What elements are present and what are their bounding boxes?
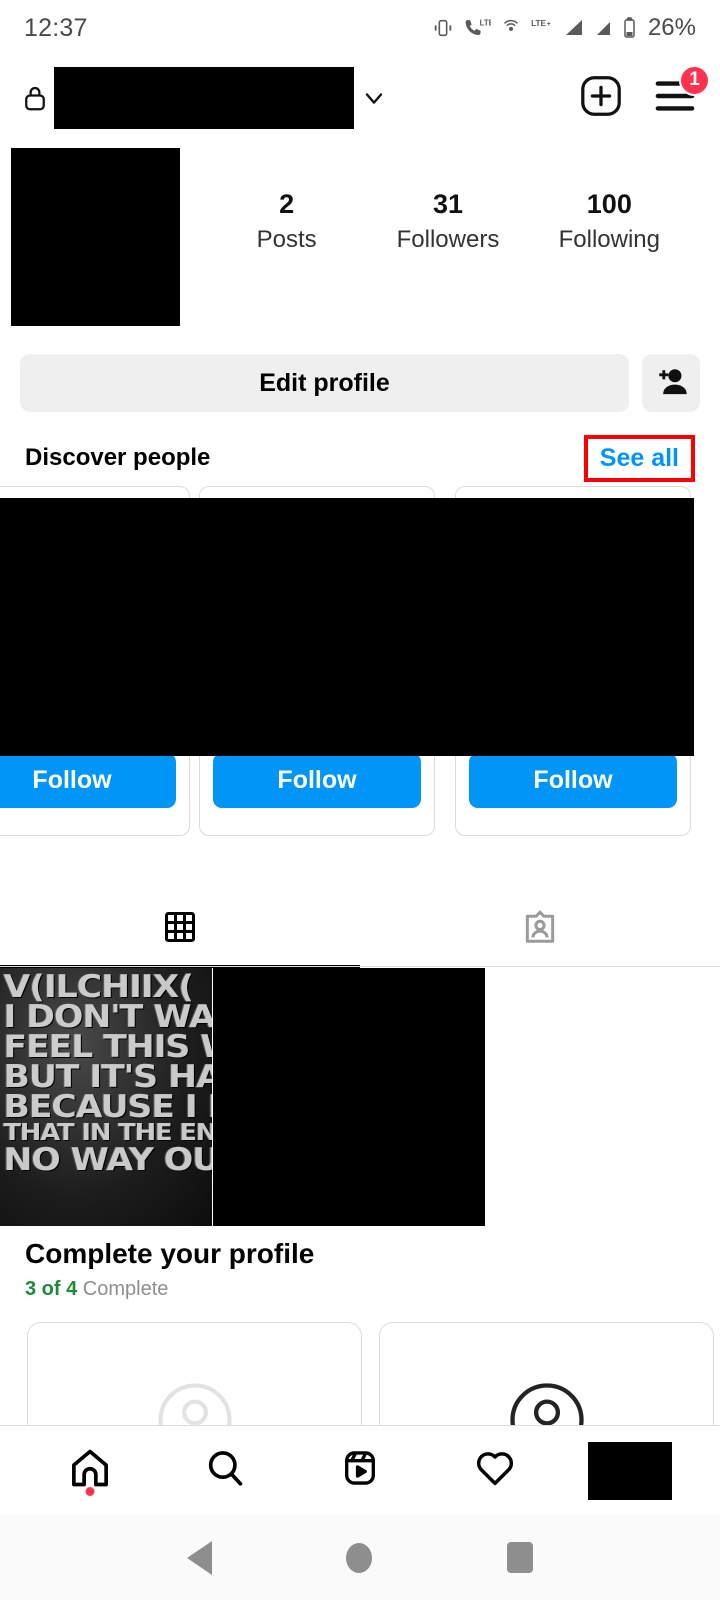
back-triangle-icon[interactable] <box>187 1540 213 1575</box>
person-card-icon <box>521 908 559 951</box>
stat-posts[interactable]: 2 Posts <box>232 188 342 256</box>
signal-bars-icon <box>564 18 586 38</box>
stat-posts-value: 2 <box>279 189 295 219</box>
svg-text:+: + <box>547 19 551 28</box>
battery-percent: 26% <box>647 14 696 41</box>
battery-icon <box>622 17 637 39</box>
stat-following[interactable]: 100 Following <box>554 188 664 256</box>
complete-profile-title: Complete your profile <box>25 1238 315 1269</box>
lyric-line: BUT IT'S HARI <box>3 1059 212 1096</box>
profile-stats: 2 Posts 31 Followers 100 Following <box>180 140 720 256</box>
grid-icon <box>162 909 198 950</box>
nav-activity[interactable] <box>450 1436 540 1506</box>
edit-profile-button[interactable]: Edit profile <box>20 354 629 412</box>
stat-following-label: Following <box>558 225 660 253</box>
lyric-line: FEEL THIS WA <box>3 1029 212 1066</box>
menu-badge-count: 1 <box>679 64 710 96</box>
lte-plus-icon: LTE + <box>531 17 555 39</box>
discover-card[interactable]: Follow <box>199 486 435 836</box>
stat-following-value: 100 <box>586 189 632 219</box>
discover-card[interactable]: Follow <box>455 486 691 836</box>
tab-tagged[interactable] <box>360 890 720 968</box>
complete-profile-section: Complete your profile 3 of 4 Complete <box>0 1236 720 1301</box>
lte-call-icon: LTE <box>463 17 491 39</box>
nav-home[interactable] <box>45 1436 135 1506</box>
stat-followers[interactable]: 31 Followers <box>393 188 503 256</box>
discover-card-content-redacted <box>200 499 434 733</box>
home-badge-dot <box>85 1486 95 1496</box>
bottom-navigation-bar <box>0 1425 720 1515</box>
status-bar-icons: LTE LTE + <box>432 14 696 42</box>
lock-icon <box>22 83 48 113</box>
see-all-highlight-box: See all <box>583 434 695 482</box>
stat-followers-value: 31 <box>432 189 463 219</box>
post-thumbnail[interactable]: V(ILCHIIX( I DON'T WANT T FEEL THIS WA B… <box>0 968 212 1226</box>
status-bar: 12:37 LTE <box>0 0 720 56</box>
profile-summary: 2 Posts 31 Followers 100 Following <box>0 140 720 340</box>
see-all-link[interactable]: See all <box>600 444 679 473</box>
add-person-button[interactable] <box>642 354 700 412</box>
discover-people-title: Discover people <box>25 444 211 471</box>
signal-bars-secondary-icon <box>595 18 613 38</box>
lyric-line: I DON'T WANT T <box>3 999 212 1036</box>
svg-text:LTE: LTE <box>531 19 546 28</box>
follow-button[interactable]: Follow <box>213 753 421 808</box>
tabs-divider <box>0 966 720 967</box>
username-redacted[interactable] <box>54 67 354 129</box>
hamburger-menu-icon[interactable]: 1 <box>652 64 710 121</box>
svg-text:LTE: LTE <box>480 18 491 27</box>
complete-profile-count: 3 of 4 <box>25 1278 78 1301</box>
profile-avatar-redacted[interactable] <box>11 148 180 326</box>
instagram-profile-screen: 12:37 LTE <box>0 0 720 1600</box>
complete-profile-progress: 3 of 4 Complete <box>25 1278 695 1301</box>
discover-card[interactable]: Follow <box>0 486 190 836</box>
app-header: 1 <box>0 56 720 140</box>
heart-icon <box>473 1446 517 1495</box>
android-navigation-bar <box>0 1515 720 1600</box>
reels-icon <box>339 1447 381 1494</box>
stat-posts-label: Posts <box>256 225 317 253</box>
plus-square-icon[interactable] <box>578 73 624 124</box>
discover-people-header: Discover people See all <box>0 432 720 484</box>
lyric-line: BECAUSE I KNO <box>3 1089 212 1126</box>
nav-avatar-redacted <box>588 1441 673 1500</box>
nav-reels[interactable] <box>315 1436 405 1506</box>
nav-search[interactable] <box>180 1436 270 1506</box>
follow-button[interactable]: Follow <box>469 753 677 808</box>
tab-grid[interactable] <box>0 890 360 968</box>
hotspot-icon <box>500 17 522 39</box>
profile-action-bar: Edit profile <box>0 354 720 412</box>
discover-card-content-redacted <box>0 499 189 733</box>
discover-people-carousel[interactable]: Follow Follow Follow <box>0 486 720 841</box>
complete-profile-status: Complete <box>77 1278 169 1301</box>
stat-followers-label: Followers <box>396 225 500 253</box>
home-circle-icon[interactable] <box>346 1542 373 1573</box>
lyric-line: V(ILCHIIX( <box>3 969 194 1005</box>
recents-square-icon[interactable] <box>506 1542 533 1573</box>
follow-button[interactable]: Follow <box>0 753 176 808</box>
posts-grid: V(ILCHIIX( I DON'T WANT T FEEL THIS WA B… <box>0 968 720 1226</box>
nav-profile[interactable] <box>585 1436 675 1506</box>
lyric-line: NO WAY OU <box>3 1141 212 1178</box>
post-redaction-overlay <box>213 968 485 1226</box>
discover-card-content-redacted <box>456 499 690 733</box>
post-lyric-art: V(ILCHIIX( I DON'T WANT T FEEL THIS WA B… <box>0 968 212 1226</box>
status-bar-clock: 12:37 <box>24 13 88 42</box>
chevron-down-icon[interactable] <box>360 84 388 112</box>
add-person-icon <box>654 366 688 401</box>
vibrate-icon <box>432 17 454 39</box>
profile-tabs <box>0 890 720 968</box>
search-icon <box>203 1446 247 1495</box>
header-actions: 1 <box>578 64 710 124</box>
